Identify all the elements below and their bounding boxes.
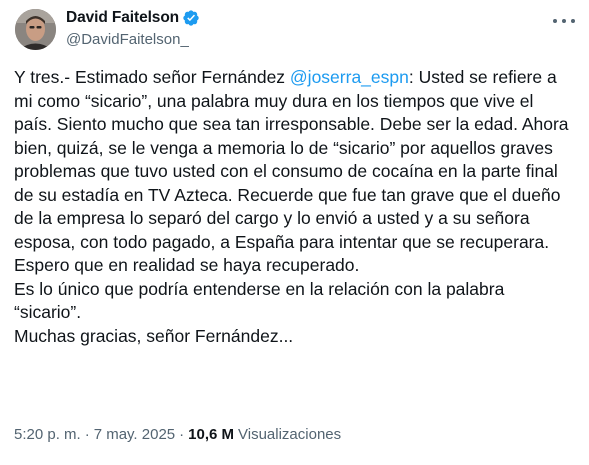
mention-link[interactable]: @joserra_espn bbox=[290, 67, 409, 87]
tweet-meta: 5:20 p. m. · 7 may. 2025 · 10,6 M Visual… bbox=[14, 426, 341, 443]
author-handle[interactable]: @DavidFaitelson_ bbox=[66, 31, 200, 48]
meta-separator: · bbox=[179, 426, 185, 443]
meta-separator: · bbox=[84, 426, 90, 443]
author-display-name[interactable]: David Faitelson bbox=[66, 9, 179, 27]
name-row: David Faitelson bbox=[66, 8, 200, 28]
tweet-date[interactable]: 7 may. 2025 bbox=[94, 426, 175, 443]
tweet-text-start: Y tres.- Estimado señor Fernández bbox=[14, 67, 290, 87]
author-block: David Faitelson @DavidFaitelson_ bbox=[66, 8, 200, 48]
more-dot-icon bbox=[562, 19, 566, 23]
tweet-text-rest: : Usted se refiere a mi como “sicario”, … bbox=[14, 67, 569, 346]
more-dot-icon bbox=[571, 19, 575, 23]
verified-badge-icon[interactable] bbox=[182, 9, 200, 27]
tweet-text: Y tres.- Estimado señor Fernández @joser… bbox=[14, 66, 576, 348]
more-dot-icon bbox=[553, 19, 557, 23]
more-options-icon[interactable] bbox=[553, 14, 575, 28]
views-label[interactable]: Visualizaciones bbox=[238, 426, 341, 443]
views-count[interactable]: 10,6 M bbox=[188, 426, 234, 443]
tweet-time[interactable]: 5:20 p. m. bbox=[14, 426, 81, 443]
avatar[interactable] bbox=[15, 9, 56, 50]
tweet-header: David Faitelson @DavidFaitelson_ bbox=[0, 0, 589, 60]
